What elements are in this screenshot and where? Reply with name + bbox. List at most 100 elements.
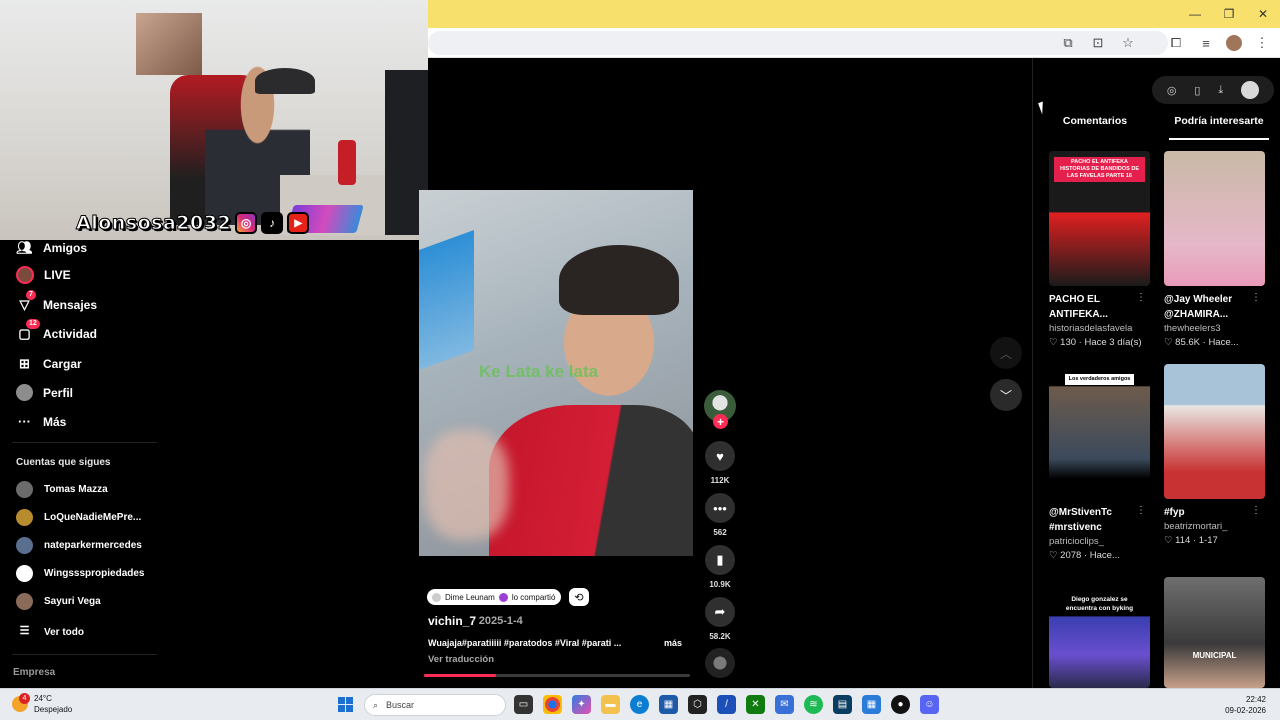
upload-icon: ⊞ <box>19 355 30 371</box>
suggested-video-card[interactable]: MUNICIPAL <box>1164 577 1265 688</box>
sidebar-item-actividad[interactable]: ▢ 12 Actividad <box>16 319 98 342</box>
suggested-video-card[interactable]: Los verdaderos amigos @MrStivenTc #mrsti… <box>1049 364 1150 561</box>
follow-plus-icon[interactable]: + <box>713 414 728 429</box>
more-icon: ··· <box>18 414 31 429</box>
user-avatar[interactable] <box>1241 81 1260 99</box>
weather-widget[interactable]: 4 24°C Despejado <box>12 693 72 715</box>
music-disc-icon[interactable] <box>705 648 735 678</box>
sidebar-item-perfil[interactable]: Perfil <box>16 384 73 401</box>
following-item[interactable]: LoQueNadieMePre... <box>16 509 141 526</box>
media-app-icon[interactable]: ▤ <box>833 695 852 714</box>
taskbar-apps: ▭ ✦ ▬ e ▦ ⬡ / ✕ ✉ ≋ ▤ ▦ ● ☺ <box>514 695 939 714</box>
start-button[interactable] <box>338 697 353 712</box>
media-control-icon[interactable]: ≡ <box>1196 32 1216 54</box>
download-icon[interactable]: ⤓ <box>1218 84 1223 97</box>
divider <box>12 654 157 655</box>
repost-icon: ⟲ <box>574 591 584 604</box>
see-all-link[interactable]: ☰ Ver todo <box>16 624 84 641</box>
footer-link-empresa[interactable]: Empresa <box>13 667 55 678</box>
sidebar-item-mas[interactable]: ··· Más <box>16 413 66 430</box>
sidebar-item-live[interactable]: LIVE <box>16 266 71 284</box>
card-user: historiasdelasfavela <box>1049 323 1133 334</box>
spotify-icon[interactable]: ≋ <box>804 695 823 714</box>
extensions-icon[interactable]: ⧠ <box>1166 32 1186 54</box>
browser-profile-avatar[interactable] <box>1226 35 1242 51</box>
mail-icon[interactable]: ✉ <box>775 695 794 714</box>
card-time: Hace 3 día(s) <box>1084 337 1142 348</box>
heart-icon: ♥ <box>716 448 724 464</box>
comment-button[interactable]: ••• <box>705 493 735 523</box>
next-video-button[interactable]: ﹀ <box>990 379 1022 411</box>
taskbar-search[interactable]: ⌕ Buscar <box>364 694 506 716</box>
translate-link[interactable]: Ver traducción <box>428 654 494 665</box>
maximize-icon[interactable]: ❐ <box>1212 0 1246 28</box>
compass-icon[interactable]: ◎ <box>1167 84 1177 97</box>
sidebar-item-label: Perfil <box>43 385 74 400</box>
translate-icon[interactable]: ⧉ <box>1058 32 1078 54</box>
card-options-icon[interactable]: ⋮ <box>1251 292 1261 303</box>
suggested-video-card[interactable]: PACHO EL ANTIFEKA HISTORIAS DE BANDIDOS … <box>1049 151 1150 348</box>
sidebar-item-label: Mensajes <box>43 297 98 312</box>
suggested-video-card[interactable]: @Jay Wheeler @ZHAMIRA... thewheelers3 ♡ … <box>1164 151 1265 348</box>
previous-video-button[interactable]: ︿ <box>990 337 1022 369</box>
sidebar-item-label: LIVE <box>44 268 71 282</box>
chrome-icon[interactable] <box>543 695 562 714</box>
task-view-icon[interactable]: ▭ <box>514 695 533 714</box>
video-thumbnail: Diego gonzalez se encuentra con byking <box>1049 577 1150 688</box>
following-item[interactable]: Wingssspropiedades <box>16 565 145 582</box>
discord-icon[interactable]: ☺ <box>920 695 939 714</box>
following-name: Tomas Mazza <box>44 484 108 495</box>
browser-menu-icon[interactable]: ⋮ <box>1252 32 1272 54</box>
system-clock[interactable]: 22:42 09-02-2026 <box>1225 694 1266 716</box>
following-item[interactable]: nateparkermercedes <box>16 537 142 554</box>
card-likes: 85.6K <box>1175 337 1200 348</box>
thumbnail-text: MUNICIPAL <box>1192 651 1237 660</box>
save-button[interactable]: ▮ <box>705 545 735 575</box>
store-icon[interactable]: ▦ <box>659 695 678 714</box>
close-icon[interactable]: ✕ <box>1246 0 1280 28</box>
right-panel: ◎ ▯ ⤓ Comentarios Podría interesarte PAC… <box>1032 58 1280 688</box>
file-explorer-icon[interactable]: ▬ <box>601 695 620 714</box>
repost-button[interactable]: ⟲ <box>569 588 589 606</box>
suggested-video-card[interactable]: Diego gonzalez se encuentra con byking <box>1049 577 1150 688</box>
calendar-icon[interactable]: ▦ <box>862 695 881 714</box>
card-options-icon[interactable]: ⋮ <box>1136 292 1146 303</box>
minimize-icon[interactable]: — <box>1178 0 1212 28</box>
bookmark-star-icon[interactable]: ☆ <box>1118 32 1138 54</box>
xbox-icon[interactable]: ✕ <box>746 695 765 714</box>
following-title: Cuentas que sigues <box>16 457 111 468</box>
card-likes: 2078 <box>1060 550 1082 561</box>
install-icon[interactable]: ⊡ <box>1088 32 1108 54</box>
copilot-icon[interactable]: ✦ <box>572 695 591 714</box>
editor-icon[interactable]: / <box>717 695 736 714</box>
sharer-avatar <box>432 592 441 602</box>
sidebar-item-mensajes[interactable]: ▽ 7 Mensajes <box>16 290 98 313</box>
panel-tabs: Comentarios Podría interesarte <box>1033 114 1280 140</box>
video-progress-bar[interactable] <box>424 674 690 677</box>
video-player[interactable]: Ke Lata ke lata <box>419 190 693 556</box>
video-thumbnail: MUNICIPAL <box>1164 577 1265 688</box>
streamer-handle: Alonsosa2032 ◎ ♪ ▶ <box>75 212 310 235</box>
card-user: beatrizmortari_ <box>1164 521 1228 532</box>
suggested-video-card[interactable]: #fyp beatrizmortari_ ♡ 114 · 1-17 ⋮ <box>1164 364 1265 546</box>
video-author[interactable]: vichin_7 <box>428 614 476 628</box>
card-options-icon[interactable]: ⋮ <box>1251 505 1261 516</box>
phone-icon[interactable]: ▯ <box>1194 84 1200 97</box>
sidebar-item-label: Actividad <box>43 326 98 341</box>
tab-comentarios[interactable]: Comentarios <box>1033 114 1157 140</box>
more-link[interactable]: más <box>664 638 682 648</box>
sidebar-item-cargar[interactable]: ⊞ Cargar <box>16 355 82 372</box>
url-field[interactable] <box>428 31 1168 55</box>
following-item[interactable]: Sayuri Vega <box>16 593 101 610</box>
like-button[interactable]: ♥ <box>705 441 735 471</box>
edge-icon[interactable]: e <box>630 695 649 714</box>
comment-icon: ••• <box>713 500 727 516</box>
following-item[interactable]: Tomas Mazza <box>16 481 108 498</box>
shared-by-pill[interactable]: Dime Leunam lo compartió <box>427 589 562 605</box>
tab-podria-interesarte[interactable]: Podría interesarte <box>1157 114 1280 140</box>
sidebar-item-amigos[interactable]: 👥︎ Amigos <box>16 239 87 256</box>
share-button[interactable]: ➦ <box>705 597 735 627</box>
app-icon[interactable]: ⬡ <box>688 695 707 714</box>
obs-icon[interactable]: ● <box>891 695 910 714</box>
card-options-icon[interactable]: ⋮ <box>1136 505 1146 516</box>
